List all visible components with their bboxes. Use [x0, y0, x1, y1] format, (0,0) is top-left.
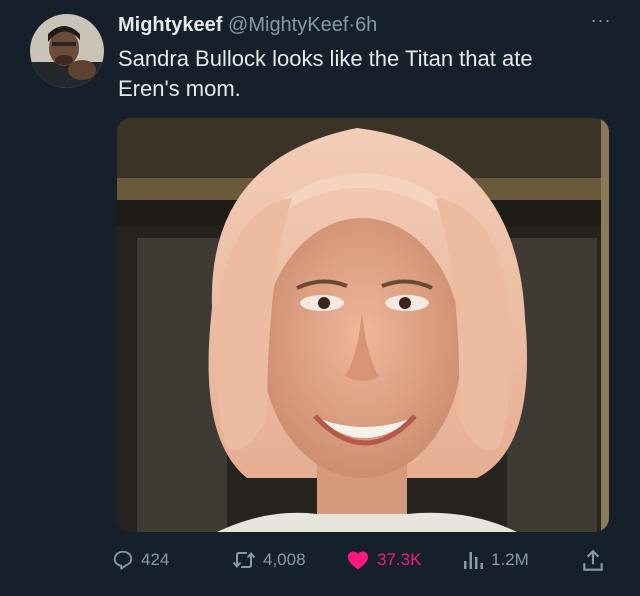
- heart-icon: [348, 551, 368, 570]
- reply-button[interactable]: 424: [112, 540, 169, 580]
- share-icon: [583, 549, 603, 571]
- retweet-button[interactable]: 4,008: [232, 540, 306, 580]
- tweet-text: Sandra Bullock looks like the Titan that…: [118, 44, 608, 104]
- like-button[interactable]: 37.3K: [346, 540, 421, 580]
- tweet-header: Mightykeef @MightyKeef·6h: [118, 12, 588, 38]
- views-count: 1.2M: [491, 550, 529, 569]
- action-bar: 424 4,008 37.3K 1.2M: [0, 540, 640, 580]
- views-icon: [464, 552, 483, 569]
- reply-count: 424: [141, 550, 170, 569]
- photo-illustration: [117, 118, 609, 532]
- tweet-image[interactable]: [117, 118, 609, 532]
- retweet-icon: [232, 551, 256, 569]
- reply-icon: [113, 550, 133, 570]
- avatar-image: [30, 14, 104, 88]
- like-count: 37.3K: [377, 550, 422, 569]
- timestamp[interactable]: 6h: [355, 14, 377, 36]
- more-icon[interactable]: ···: [586, 10, 616, 30]
- tweet-text-line-1: Sandra Bullock looks like the Titan that…: [118, 46, 533, 71]
- retweet-count: 4,008: [263, 550, 306, 569]
- tweet-text-line-2: Eren's mom.: [118, 76, 241, 101]
- author-handle[interactable]: @MightyKeef: [228, 14, 348, 36]
- tweet: Mightykeef @MightyKeef·6h ··· Sandra Bul…: [0, 0, 640, 596]
- views-button[interactable]: 1.2M: [462, 540, 529, 580]
- author-name[interactable]: Mightykeef: [118, 14, 222, 36]
- avatar[interactable]: [30, 14, 104, 88]
- share-button[interactable]: [580, 548, 606, 574]
